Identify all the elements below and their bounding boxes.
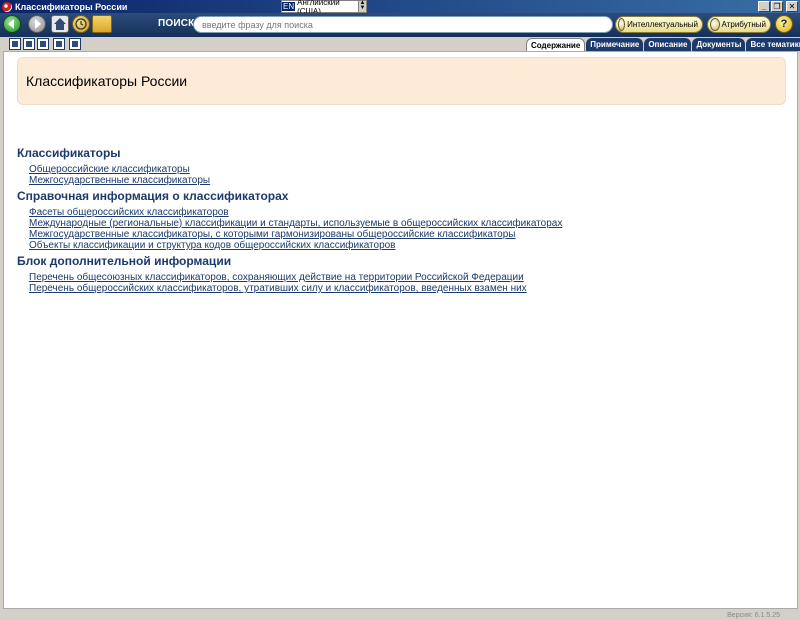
link-international-classifications[interactable]: Международные (региональные) классификац… — [29, 218, 562, 229]
content-tabs: Содержание Примечание Описание Документы… — [526, 38, 800, 51]
main-toolbar: ПОИСК Интеллектуальный Атрибутный ? — [0, 13, 800, 37]
link-harmonized-interstate[interactable]: Межгосударственные классификаторы, с кот… — [29, 229, 516, 240]
section-title-additional-info: Блок дополнительной информации — [17, 254, 232, 268]
language-updown-icon[interactable]: ▲ ▼ — [357, 0, 366, 12]
back-arrow-icon[interactable] — [3, 15, 21, 33]
link-facets[interactable]: Фасеты общероссийских классификаторов — [29, 207, 229, 218]
link-all-russian-classifiers[interactable]: Общероссийские классификаторы — [29, 164, 190, 175]
page-banner: Классификаторы России — [17, 57, 786, 105]
help-icon[interactable]: ? — [775, 15, 793, 33]
link-union-classifiers[interactable]: Перечень общесоюзных классификаторов, со… — [29, 272, 524, 283]
tab-documents[interactable]: Документы — [692, 38, 746, 51]
tab-all-topics[interactable]: Все тематики — [746, 38, 800, 51]
font-icon[interactable] — [69, 38, 81, 50]
save-icon[interactable] — [9, 38, 21, 50]
window-controls: _ ❐ ✕ — [758, 1, 798, 12]
restore-button[interactable]: ❐ — [771, 1, 783, 12]
magnifier-icon — [710, 18, 720, 31]
search-input[interactable] — [193, 16, 613, 33]
section-title-reference-info: Справочная информация о классификаторах — [17, 189, 289, 203]
app-icon — [2, 1, 12, 12]
close-button[interactable]: ✕ — [786, 1, 798, 12]
intelligent-search-button[interactable]: Интеллектуальный — [615, 16, 703, 33]
version-label: Версия: 6.1.5.25 — [727, 612, 780, 619]
link-interstate-classifiers[interactable]: Межгосударственные классификаторы — [29, 175, 210, 186]
copy-icon[interactable] — [53, 38, 65, 50]
home-icon[interactable] — [51, 15, 69, 33]
export-icon[interactable] — [23, 38, 35, 50]
magnifier-icon — [618, 18, 626, 31]
tab-description[interactable]: Описание — [644, 38, 692, 51]
section-title-classifiers: Классификаторы — [17, 146, 121, 160]
intelligent-search-label: Интеллектуальный — [627, 20, 698, 29]
content-pane: Классификаторы России Классификаторы Общ… — [3, 51, 798, 609]
title-bar: Классификаторы России EN Английский (США… — [0, 0, 800, 16]
link-expired-classifiers[interactable]: Перечень общероссийских классификаторов,… — [29, 283, 527, 294]
history-clock-icon[interactable] — [72, 15, 90, 33]
print-icon[interactable] — [37, 38, 49, 50]
tab-notes[interactable]: Примечание — [586, 38, 644, 51]
attribute-search-label: Атрибутный — [721, 20, 766, 29]
search-label: ПОИСК — [158, 18, 195, 29]
attribute-search-button[interactable]: Атрибутный — [707, 16, 771, 33]
minimize-button[interactable]: _ — [758, 1, 770, 12]
link-classification-objects[interactable]: Объекты классификации и структура кодов … — [29, 240, 396, 251]
page-title: Классификаторы России — [26, 73, 188, 89]
folder-icon[interactable] — [92, 15, 112, 33]
tab-contents[interactable]: Содержание — [526, 38, 586, 51]
language-indicator[interactable]: EN Английский (США) ▲ ▼ — [281, 0, 367, 16]
forward-arrow-icon[interactable] — [28, 15, 46, 33]
window-title: Классификаторы России — [15, 1, 128, 12]
language-code: EN — [282, 2, 296, 11]
secondary-toolbar: Содержание Примечание Описание Документы… — [0, 37, 800, 51]
